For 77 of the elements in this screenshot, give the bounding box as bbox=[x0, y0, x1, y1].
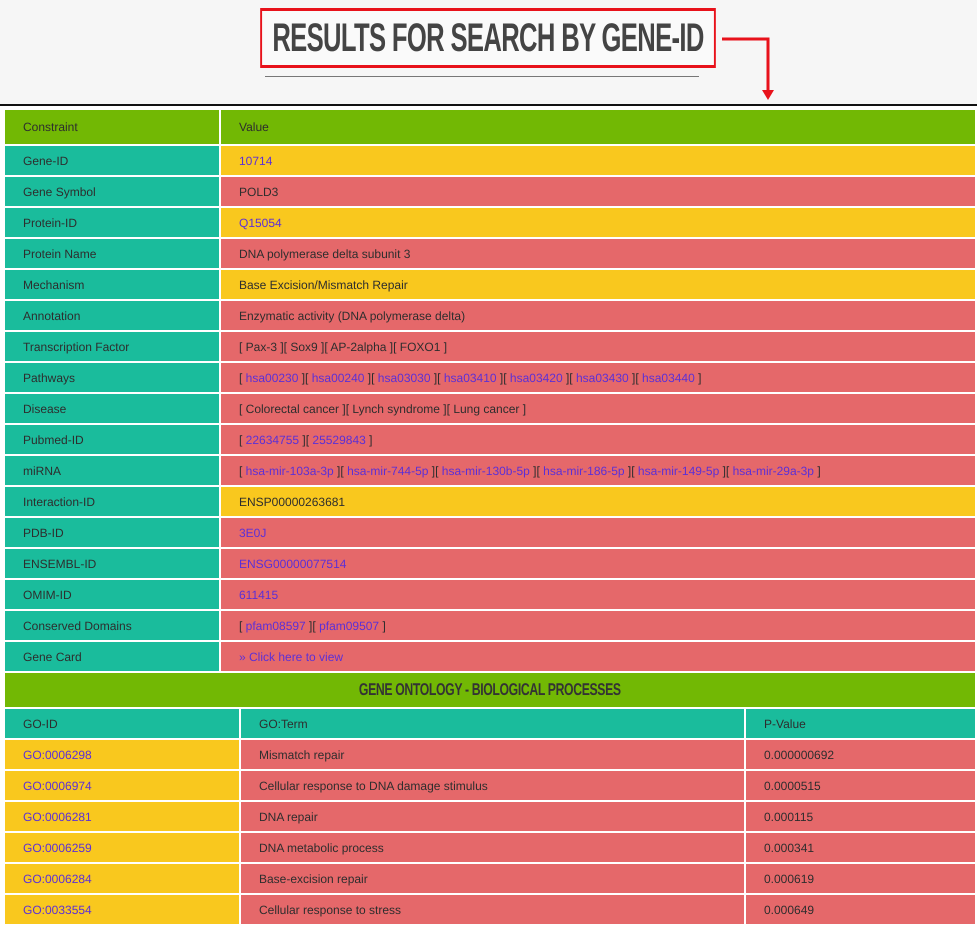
value-text: Enzymatic activity (DNA polymerase delta) bbox=[239, 308, 466, 322]
row-label: Pubmed-ID bbox=[5, 424, 220, 455]
link[interactable]: hsa-mir-744-5p bbox=[347, 464, 428, 478]
row-label: OMIM-ID bbox=[5, 579, 220, 610]
link[interactable]: 25529843 bbox=[312, 432, 366, 446]
table-cell: 0.000341 bbox=[745, 832, 976, 863]
row-label: Mechanism bbox=[5, 269, 220, 300]
link[interactable]: hsa03440 bbox=[642, 370, 695, 384]
row-label: miRNA bbox=[5, 455, 220, 486]
value-text: [ pfam08597 ][ pfam09507 ] bbox=[239, 618, 386, 632]
table-cell: DNA metabolic process bbox=[240, 832, 745, 863]
value-text: [ hsa-mir-103a-3p ][ hsa-mir-744-5p ][ hsa-mir-130b-5p ][ hsa-mir-186-5p ][ hsa-mir-149-5p ][ hsa-mir-29a-3p ] bbox=[239, 464, 821, 478]
row-label: ENSEMBL-ID bbox=[5, 548, 220, 579]
value-text: ENSP00000263681 bbox=[239, 494, 346, 508]
table-cell: 0.0000515 bbox=[745, 770, 976, 801]
link[interactable]: ENSG00000077514 bbox=[239, 556, 346, 570]
table-cell: 0.000649 bbox=[745, 894, 976, 925]
row-label: Protein-ID bbox=[5, 207, 220, 238]
link[interactable]: hsa03430 bbox=[576, 370, 629, 384]
arrow-drawing bbox=[722, 36, 776, 102]
row-label: Pathways bbox=[5, 362, 220, 393]
value-text: [ hsa00230 ][ hsa00240 ][ hsa03030 ][ hsa03410 ][ hsa03420 ][ hsa03430 ][ hsa03440 ] bbox=[239, 370, 702, 384]
link[interactable]: » Click here to view bbox=[239, 650, 344, 664]
link[interactable]: hsa03030 bbox=[378, 370, 431, 384]
table-cell: Cellular response to stress bbox=[240, 894, 745, 925]
value-text: DNA polymerase delta subunit 3 bbox=[239, 246, 410, 260]
table-cell: 0.000619 bbox=[745, 863, 976, 894]
link[interactable]: 10714 bbox=[239, 154, 272, 168]
table-cell: DNA repair bbox=[240, 801, 745, 832]
link[interactable]: hsa-mir-103a-3p bbox=[246, 464, 334, 478]
row-label: Protein Name bbox=[5, 238, 220, 269]
link[interactable]: hsa00230 bbox=[246, 370, 298, 384]
link[interactable]: hsa-mir-149-5p bbox=[638, 464, 720, 478]
link[interactable]: pfam08597 bbox=[246, 618, 306, 632]
column-header: Constraint bbox=[5, 110, 220, 145]
value-text: [ Colorectal cancer ][ Lynch syndrome ][ Lung cancer ] bbox=[239, 402, 526, 416]
link[interactable]: hsa03420 bbox=[510, 370, 563, 384]
value-text: [ Pax-3 ][ Sox9 ][ AP-2alpha ][ FOXO1 ] bbox=[239, 340, 448, 354]
page-title: RESULTS FOR SEARCH BY GENE-ID bbox=[260, 8, 716, 68]
link[interactable]: pfam09507 bbox=[319, 618, 380, 632]
row-label: Disease bbox=[5, 393, 220, 424]
link[interactable]: hsa-mir-186-5p bbox=[543, 464, 625, 478]
table-cell: Mismatch repair bbox=[240, 739, 745, 770]
link[interactable]: GO:0006281 bbox=[23, 810, 92, 824]
link[interactable]: 611415 bbox=[239, 588, 278, 602]
link[interactable]: hsa03410 bbox=[444, 370, 497, 384]
column-header: GO:Term bbox=[240, 708, 745, 739]
link[interactable]: GO:0006284 bbox=[23, 872, 92, 886]
table-cell: Base-excision repair bbox=[240, 863, 745, 894]
table-cell: 0.000115 bbox=[745, 801, 976, 832]
row-label: Conserved Domains bbox=[5, 610, 220, 641]
row-label: Gene Symbol bbox=[5, 176, 220, 207]
value-text: [ 22634755 ][ 25529843 ] bbox=[239, 432, 372, 446]
row-label: Annotation bbox=[5, 300, 220, 331]
link[interactable]: GO:0006974 bbox=[23, 778, 92, 792]
link[interactable]: GO:0033554 bbox=[23, 902, 92, 916]
column-header: P-Value bbox=[745, 708, 976, 739]
row-label: Gene-ID bbox=[5, 145, 220, 176]
section-title: GENE ONTOLOGY - BIOLOGICAL PROCESSES bbox=[359, 680, 621, 700]
link[interactable]: 22634755 bbox=[246, 432, 300, 446]
table-cell: 0.000000692 bbox=[745, 739, 976, 770]
column-header: GO-ID bbox=[5, 708, 240, 739]
value-text: Base Excision/Mismatch Repair bbox=[239, 278, 408, 292]
column-header: Value bbox=[220, 110, 976, 145]
link[interactable]: hsa00240 bbox=[312, 370, 364, 384]
link[interactable]: hsa-mir-130b-5p bbox=[442, 464, 530, 478]
link[interactable]: GO:0006298 bbox=[23, 748, 92, 762]
row-label: Transcription Factor bbox=[5, 331, 220, 362]
link[interactable]: hsa-mir-29a-3p bbox=[732, 464, 814, 478]
link[interactable]: GO:0006259 bbox=[23, 840, 92, 854]
row-label: PDB-ID bbox=[5, 517, 220, 548]
link[interactable]: Q15054 bbox=[239, 216, 282, 230]
row-label: Gene Card bbox=[5, 641, 220, 672]
row-label: Interaction-ID bbox=[5, 486, 220, 517]
table-cell: Cellular response to DNA damage stimulus bbox=[240, 770, 745, 801]
value-text: POLD3 bbox=[239, 184, 278, 198]
link[interactable]: 3E0J bbox=[239, 526, 266, 540]
